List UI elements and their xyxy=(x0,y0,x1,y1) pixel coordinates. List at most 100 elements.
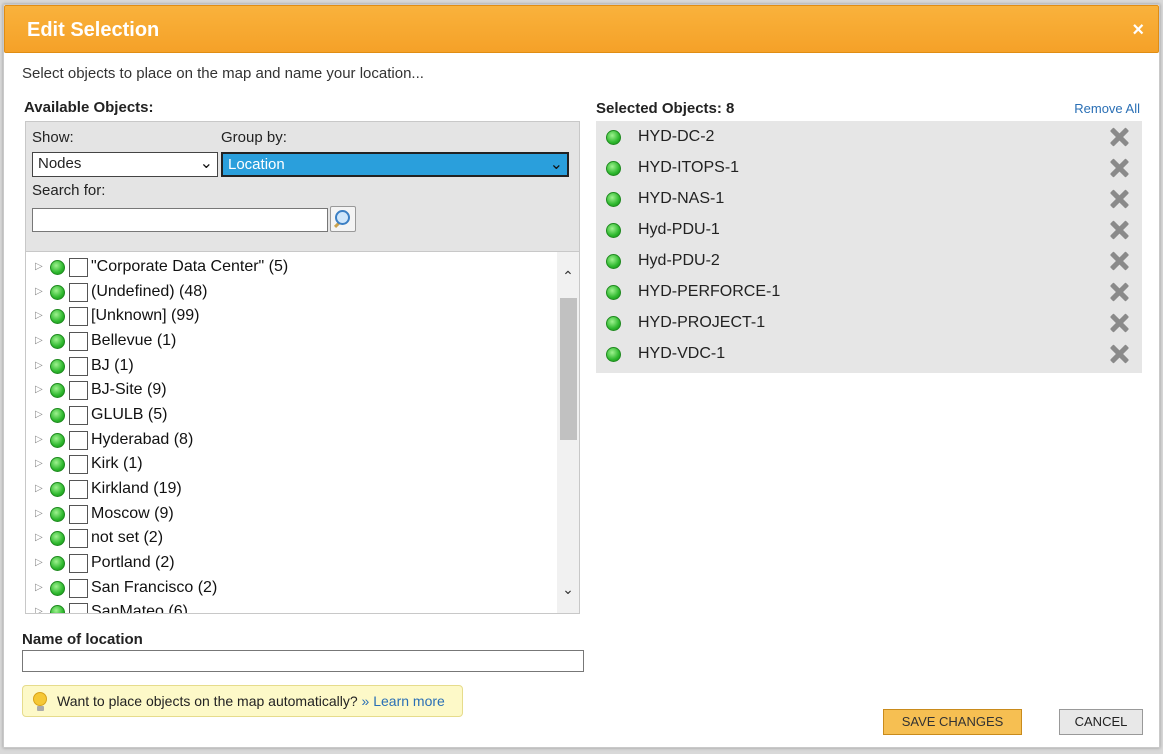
tree-item[interactable]: ▷ (Undefined) (48) xyxy=(26,281,551,305)
tree-item-checkbox[interactable] xyxy=(69,455,88,474)
tree-item-checkbox[interactable] xyxy=(69,529,88,548)
expand-triangle-icon[interactable]: ▷ xyxy=(35,434,43,445)
tree-item-checkbox[interactable] xyxy=(69,357,88,376)
tree-scrollbar[interactable]: ⌃ ⌄ xyxy=(557,252,579,613)
expand-triangle-icon[interactable]: ▷ xyxy=(35,310,43,321)
tree-item[interactable]: ▷ Kirk (1) xyxy=(26,453,551,477)
selected-item-label: Hyd-PDU-2 xyxy=(638,252,720,269)
tree-item[interactable]: ▷ BJ-Site (9) xyxy=(26,379,551,403)
x-remove-icon[interactable] xyxy=(1108,250,1130,272)
tree-item-checkbox[interactable] xyxy=(69,307,88,326)
tree-item[interactable]: ▷ SanMateo (6) xyxy=(26,601,551,613)
selected-item-label: HYD-NAS-1 xyxy=(638,190,725,207)
tree-item-label: not set (2) xyxy=(91,529,164,546)
tree-item-checkbox[interactable] xyxy=(69,381,88,400)
chevron-down-icon[interactable]: ⌄ xyxy=(560,581,576,597)
tree-item-checkbox[interactable] xyxy=(69,603,88,613)
tree-item-checkbox[interactable] xyxy=(69,332,88,351)
expand-triangle-icon[interactable]: ▷ xyxy=(35,483,43,494)
tree-item[interactable]: ▷ Portland (2) xyxy=(26,552,551,576)
groupby-select[interactable]: Location ⌄ xyxy=(221,152,569,177)
expand-triangle-icon[interactable]: ▷ xyxy=(35,409,43,420)
green-status-dot-icon xyxy=(50,457,65,472)
tree-item-label: [Unknown] (99) xyxy=(91,307,200,324)
expand-triangle-icon[interactable]: ▷ xyxy=(35,557,43,568)
search-input[interactable] xyxy=(32,208,328,232)
selected-item-label: HYD-VDC-1 xyxy=(638,345,726,362)
filter-panel: Show: Group by: Nodes ⌄ Location ⌄ Searc… xyxy=(25,121,580,252)
x-remove-icon[interactable] xyxy=(1108,126,1130,148)
tree-item-checkbox[interactable] xyxy=(69,258,88,277)
instructions-text: Select objects to place on the map and n… xyxy=(22,65,424,82)
x-remove-icon[interactable] xyxy=(1108,312,1130,334)
green-status-dot-icon xyxy=(50,531,65,546)
tree-item[interactable]: ▷ [Unknown] (99) xyxy=(26,305,551,329)
selected-item: HYD-DC-2 xyxy=(596,122,1142,153)
expand-triangle-icon[interactable]: ▷ xyxy=(35,261,43,272)
green-status-dot-icon xyxy=(606,254,621,269)
tree-item-checkbox[interactable] xyxy=(69,431,88,450)
location-name-input[interactable] xyxy=(22,650,584,672)
green-status-dot-icon xyxy=(50,556,65,571)
expand-triangle-icon[interactable]: ▷ xyxy=(35,532,43,543)
tree-item[interactable]: ▷ Hyderabad (8) xyxy=(26,429,551,453)
tree-item-checkbox[interactable] xyxy=(69,283,88,302)
show-select[interactable]: Nodes ⌄ xyxy=(32,152,218,177)
tree-item-checkbox[interactable] xyxy=(69,579,88,598)
tree-item-checkbox[interactable] xyxy=(69,406,88,425)
close-icon[interactable]: × xyxy=(1132,19,1144,42)
location-tree: ▷ "Corporate Data Center" (5) ▷ (Undefin… xyxy=(25,252,580,614)
tree-item[interactable]: ▷ not set (2) xyxy=(26,527,551,551)
selected-item-label: HYD-PERFORCE-1 xyxy=(638,283,781,300)
green-status-dot-icon xyxy=(50,433,65,448)
green-status-dot-icon xyxy=(50,260,65,275)
chevron-down-icon: ⌄ xyxy=(549,156,563,173)
learn-more-link[interactable]: » Learn more xyxy=(362,693,445,709)
expand-triangle-icon[interactable]: ▷ xyxy=(35,384,43,395)
tree-item-label: Kirk (1) xyxy=(91,455,143,472)
expand-triangle-icon[interactable]: ▷ xyxy=(35,458,43,469)
tree-item[interactable]: ▷ Kirkland (19) xyxy=(26,478,551,502)
tree-item[interactable]: ▷ GLULB (5) xyxy=(26,404,551,428)
x-remove-icon[interactable] xyxy=(1108,157,1130,179)
remove-all-link[interactable]: Remove All xyxy=(1074,101,1140,116)
expand-triangle-icon[interactable]: ▷ xyxy=(35,360,43,371)
expand-triangle-icon[interactable]: ▷ xyxy=(35,582,43,593)
save-changes-button[interactable]: SAVE CHANGES xyxy=(883,709,1022,735)
selected-item-label: HYD-ITOPS-1 xyxy=(638,159,740,176)
tree-item[interactable]: ▷ BJ (1) xyxy=(26,355,551,379)
x-remove-icon[interactable] xyxy=(1108,188,1130,210)
tree-item[interactable]: ▷ Bellevue (1) xyxy=(26,330,551,354)
tree-item[interactable]: ▷ Moscow (9) xyxy=(26,503,551,527)
lightbulb-icon xyxy=(33,692,47,706)
cancel-button[interactable]: CANCEL xyxy=(1059,709,1143,735)
chevron-down-icon: ⌄ xyxy=(199,155,213,172)
tree-item-checkbox[interactable] xyxy=(69,505,88,524)
tree-item-label: "Corporate Data Center" (5) xyxy=(91,258,289,275)
tree-item[interactable]: ▷ San Francisco (2) xyxy=(26,577,551,601)
selected-item: HYD-NAS-1 xyxy=(596,184,1142,215)
groupby-select-value: Location xyxy=(228,156,285,173)
tree-item-checkbox[interactable] xyxy=(69,554,88,573)
tree-item-label: San Francisco (2) xyxy=(91,579,218,596)
green-status-dot-icon xyxy=(606,161,621,176)
expand-triangle-icon[interactable]: ▷ xyxy=(35,335,43,346)
x-remove-icon[interactable] xyxy=(1108,281,1130,303)
expand-triangle-icon[interactable]: ▷ xyxy=(35,606,43,613)
scrollbar-thumb[interactable] xyxy=(560,298,577,440)
chevron-up-icon[interactable]: ⌃ xyxy=(560,268,576,284)
green-status-dot-icon xyxy=(606,316,621,331)
tree-item-label: (Undefined) (48) xyxy=(91,283,208,300)
x-remove-icon[interactable] xyxy=(1108,343,1130,365)
tip-message: Want to place objects on the map automat… xyxy=(57,693,358,709)
expand-triangle-icon[interactable]: ▷ xyxy=(35,508,43,519)
tree-item-checkbox[interactable] xyxy=(69,480,88,499)
expand-triangle-icon[interactable]: ▷ xyxy=(35,286,43,297)
tree-item[interactable]: ▷ "Corporate Data Center" (5) xyxy=(26,256,551,280)
green-status-dot-icon xyxy=(50,285,65,300)
search-button[interactable] xyxy=(330,206,356,232)
green-status-dot-icon xyxy=(50,309,65,324)
x-remove-icon[interactable] xyxy=(1108,219,1130,241)
green-status-dot-icon xyxy=(50,383,65,398)
green-status-dot-icon xyxy=(50,408,65,423)
